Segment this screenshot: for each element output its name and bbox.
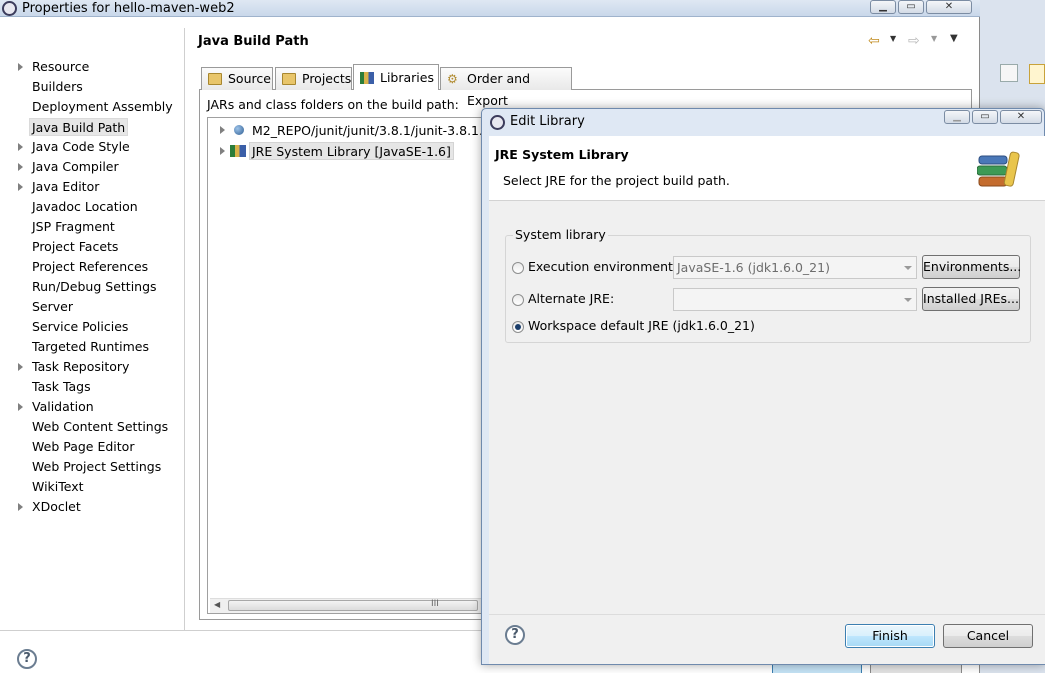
- expand-arrow-icon[interactable]: [220, 147, 225, 155]
- nav-item[interactable]: Targeted Runtimes: [32, 338, 149, 356]
- library-banner-icon: [976, 150, 1021, 190]
- execution-env-label: Execution environment:: [528, 259, 678, 274]
- project-icon: [282, 73, 296, 85]
- nav-item[interactable]: Service Policies: [32, 318, 128, 336]
- library-row-junit[interactable]: M2_REPO/junit/junit/3.8.1/junit-3.8.1.ja…: [252, 122, 499, 139]
- expand-arrow-icon[interactable]: [18, 183, 23, 191]
- folder-icon: [208, 73, 222, 85]
- nav-item[interactable]: JSP Fragment: [32, 218, 115, 236]
- nav-item[interactable]: Task Repository: [32, 358, 129, 376]
- alternate-jre-radio[interactable]: [512, 294, 524, 306]
- dialog-title: Edit Library: [510, 114, 585, 129]
- nav-item[interactable]: Resource: [32, 58, 89, 76]
- edit-library-dialog: Edit Library ▁ ▭ ✕ JRE System Library Se…: [481, 108, 1045, 665]
- nav-item[interactable]: Run/Debug Settings: [32, 278, 157, 296]
- eclipse-icon: [490, 115, 505, 130]
- execution-env-select[interactable]: JavaSE-1.6 (jdk1.6.0_21): [673, 256, 917, 279]
- maximize-button[interactable]: ▭: [972, 110, 998, 124]
- dialog-heading: JRE System Library: [495, 147, 629, 162]
- tab-label: Source: [228, 71, 271, 86]
- expand-arrow-icon[interactable]: [18, 403, 23, 411]
- forward-arrow-icon[interactable]: ⇨: [908, 33, 920, 49]
- library-tree[interactable]: [207, 117, 487, 614]
- back-arrow-icon[interactable]: ⇦: [868, 33, 880, 49]
- alternate-jre-select[interactable]: [673, 288, 917, 311]
- cancel-button[interactable]: Cancel: [943, 624, 1033, 648]
- nav-item[interactable]: Javadoc Location: [32, 198, 138, 216]
- dialog-description: Select JRE for the project build path.: [503, 173, 730, 188]
- help-icon[interactable]: ?: [505, 625, 525, 645]
- expand-arrow-icon[interactable]: [18, 363, 23, 371]
- library-row-jre[interactable]: JRE System Library [JavaSE-1.6]: [249, 142, 454, 160]
- scrollbar-thumb[interactable]: [228, 600, 478, 611]
- toolbar-icon[interactable]: [1000, 64, 1018, 82]
- dialog-body: System library Execution environment: Ja…: [489, 201, 1045, 614]
- alternate-jre-label: Alternate JRE:: [528, 291, 615, 306]
- nav-item[interactable]: Project References: [32, 258, 148, 276]
- nav-item[interactable]: Web Page Editor: [32, 438, 134, 456]
- workspace-default-label: Workspace default JRE (jdk1.6.0_21): [528, 318, 755, 333]
- installed-jres-button[interactable]: Installed JREs...: [922, 287, 1020, 311]
- expand-arrow-icon[interactable]: [18, 163, 23, 171]
- expand-arrow-icon[interactable]: [220, 126, 225, 134]
- page-title: Java Build Path: [198, 34, 309, 49]
- nav-item[interactable]: Validation: [32, 398, 94, 416]
- expand-arrow-icon[interactable]: [18, 503, 23, 511]
- nav-item[interactable]: Deployment Assembly: [32, 98, 173, 116]
- minimize-button[interactable]: ▁: [944, 110, 970, 124]
- minimize-button[interactable]: ▁: [870, 0, 896, 14]
- chevron-down-icon: [904, 298, 912, 302]
- scroll-left-icon[interactable]: ◀: [214, 600, 220, 609]
- nav-item[interactable]: Web Content Settings: [32, 418, 168, 436]
- properties-title-bar: Properties for hello-maven-web2 ▁ ▭ ✕: [0, 0, 980, 17]
- nav-item[interactable]: Web Project Settings: [32, 458, 161, 476]
- nav-item[interactable]: Java Code Style: [32, 138, 130, 156]
- library-icon: [230, 145, 246, 157]
- help-icon[interactable]: ?: [17, 649, 37, 669]
- tab-label: Projects: [302, 71, 352, 86]
- build-path-label: JARs and class folders on the build path…: [207, 97, 459, 112]
- dialog-title-bar: Edit Library ▁ ▭ ✕: [482, 109, 1044, 135]
- library-icon: [360, 72, 374, 84]
- tab-source[interactable]: Source: [201, 67, 273, 90]
- maximize-button[interactable]: ▭: [898, 0, 924, 14]
- tab-projects[interactable]: Projects: [275, 67, 352, 90]
- close-button[interactable]: ✕: [926, 0, 972, 14]
- execution-env-radio[interactable]: [512, 262, 524, 274]
- jar-icon: [234, 125, 244, 135]
- eclipse-icon: [2, 1, 17, 16]
- scroll-grip: III: [431, 599, 439, 609]
- nav-item[interactable]: Java Build Path: [29, 118, 129, 136]
- nav-item[interactable]: Task Tags: [32, 378, 91, 396]
- execution-env-value: JavaSE-1.6 (jdk1.6.0_21): [677, 260, 830, 275]
- environments-button[interactable]: Environments...: [922, 255, 1021, 279]
- nav-item[interactable]: Java Editor: [32, 178, 99, 196]
- nav-item[interactable]: XDoclet: [32, 498, 81, 516]
- expand-arrow-icon[interactable]: [18, 63, 23, 71]
- tab-label: Libraries: [380, 70, 434, 85]
- nav-item[interactable]: WikiText: [32, 478, 84, 496]
- finish-button[interactable]: Finish: [845, 624, 935, 648]
- nav-item[interactable]: Project Facets: [32, 238, 118, 256]
- perspective-icon[interactable]: [1029, 64, 1045, 84]
- dialog-footer: ? Finish Cancel: [489, 614, 1045, 664]
- view-menu-icon[interactable]: ▼: [950, 33, 958, 44]
- tab-order-and-export[interactable]: ⚙ Order and Export: [440, 67, 572, 108]
- tab-libraries[interactable]: Libraries: [353, 64, 439, 90]
- nav-item[interactable]: Server: [32, 298, 73, 316]
- page-header: Java Build Path ⇦ ▼ ⇨ ▼ ▼: [186, 28, 980, 60]
- group-label: System library: [513, 227, 608, 242]
- window-title: Properties for hello-maven-web2: [22, 1, 235, 16]
- back-menu-icon[interactable]: ▼: [890, 34, 896, 43]
- expand-arrow-icon[interactable]: [18, 143, 23, 151]
- forward-menu-icon[interactable]: ▼: [931, 34, 937, 43]
- nav-item[interactable]: Java Compiler: [32, 158, 119, 176]
- workspace-default-radio[interactable]: [512, 321, 524, 333]
- dialog-header: JRE System Library Select JRE for the pr…: [489, 136, 1045, 201]
- close-button[interactable]: ✕: [1000, 110, 1042, 124]
- nav-item[interactable]: Builders: [32, 78, 83, 96]
- order-icon: ⚙: [447, 72, 458, 86]
- chevron-down-icon: [904, 266, 912, 270]
